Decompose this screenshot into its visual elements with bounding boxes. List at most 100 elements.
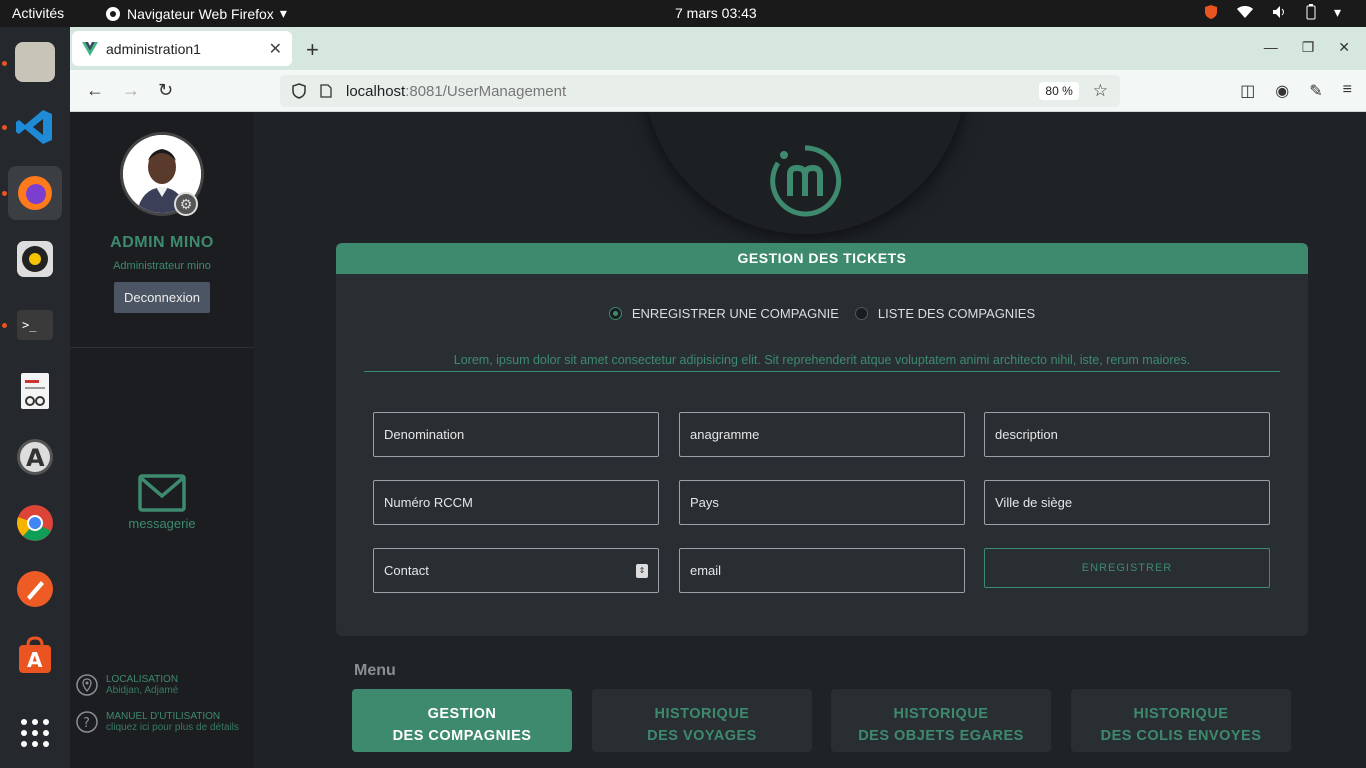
- maximize-button[interactable]: ❐: [1302, 39, 1315, 56]
- dock: >_ A A: [0, 27, 70, 768]
- email-field[interactable]: email: [679, 548, 965, 593]
- clock[interactable]: 7 mars 03:43: [675, 5, 757, 21]
- bookmark-star-icon[interactable]: ☆: [1093, 81, 1108, 101]
- radio-selected-icon: [608, 307, 622, 320]
- running-indicator: [2, 125, 7, 130]
- chevron-down-icon: ▾: [279, 5, 287, 21]
- menu-line1: HISTORIQUE: [1133, 706, 1229, 722]
- running-indicator: [2, 191, 7, 196]
- new-tab-button[interactable]: +: [306, 37, 319, 63]
- ticket-management-card: GESTION DES TICKETS ENREGISTRER UNE COMP…: [336, 243, 1308, 636]
- tab-administration1[interactable]: administration1 ✕: [72, 31, 292, 66]
- postman-icon[interactable]: [8, 562, 62, 616]
- pocket-icon[interactable]: ◫: [1240, 81, 1255, 101]
- url-bar[interactable]: localhost:8081/UserManagement 80 % ☆: [280, 75, 1120, 107]
- menu-parcels-history[interactable]: HISTORIQUE DES COLIS ENVOYES: [1071, 689, 1291, 752]
- mode-radio-group: ENREGISTRER UNE COMPAGNIE LISTE DES COMP…: [336, 306, 1308, 321]
- back-button[interactable]: ←: [86, 80, 104, 101]
- description-text: Lorem, ipsum dolor sit amet consectetur …: [364, 353, 1280, 372]
- forward-button[interactable]: →: [122, 80, 140, 101]
- page-icon: [320, 84, 332, 98]
- number-spinner-icon[interactable]: ⇕: [636, 563, 648, 578]
- show-apps-icon[interactable]: [8, 706, 62, 760]
- menu-line1: HISTORIQUE: [654, 706, 750, 722]
- system-top-bar: Activités Navigateur Web Firefox ▾ 7 mar…: [0, 0, 1366, 27]
- denomination-field[interactable]: Denomination: [373, 412, 659, 457]
- extension-icon[interactable]: ✎: [1309, 81, 1322, 101]
- help-icon: ?: [76, 711, 98, 733]
- radio-unselected-icon: [854, 307, 868, 320]
- city-field[interactable]: Ville de siège: [984, 480, 1270, 525]
- rhythmbox-icon[interactable]: [8, 232, 62, 286]
- svg-text:?: ?: [83, 716, 90, 731]
- running-indicator: [2, 323, 7, 328]
- divider: [70, 347, 254, 348]
- radio-list-companies[interactable]: LISTE DES COMPAGNIES: [854, 306, 1036, 321]
- menu-line1: HISTORIQUE: [893, 706, 989, 722]
- manual-link[interactable]: ? MANUEL D'UTILISATION cliquez ici pour …: [76, 711, 239, 735]
- system-tray[interactable]: ▾: [1204, 4, 1350, 20]
- menu-line2: DES COLIS ENVOYES: [1100, 728, 1262, 744]
- radio-register-company[interactable]: ENREGISTRER UNE COMPAGNIE: [608, 306, 839, 321]
- volume-icon: [1273, 6, 1284, 18]
- firefox-icon[interactable]: [8, 166, 62, 220]
- menu-line2: DES COMPAGNIES: [392, 728, 532, 744]
- messaging-label: messagerie: [128, 516, 196, 531]
- card-title: GESTION DES TICKETS: [336, 243, 1308, 274]
- radio-list-label: LISTE DES COMPAGNIES: [877, 306, 1036, 321]
- rccm-placeholder: Numéro RCCM: [384, 495, 473, 510]
- shield-icon: [292, 83, 306, 99]
- settings-gear-icon[interactable]: ⚙: [174, 192, 198, 216]
- country-field[interactable]: Pays: [679, 480, 965, 525]
- logout-button[interactable]: Deconnexion: [114, 282, 210, 313]
- rccm-field[interactable]: Numéro RCCM: [373, 480, 659, 525]
- reload-button[interactable]: ↻: [158, 80, 173, 101]
- menu-line2: DES VOYAGES: [647, 728, 757, 744]
- envelope-icon: [138, 474, 186, 512]
- zoom-indicator[interactable]: 80 %: [1039, 82, 1079, 100]
- contact-placeholder: Contact: [384, 563, 429, 578]
- svg-text:A: A: [26, 444, 45, 472]
- document-viewer-icon[interactable]: [8, 364, 62, 418]
- messaging-link[interactable]: messagerie: [70, 474, 254, 531]
- files-icon[interactable]: [8, 35, 62, 89]
- admin-name: ADMIN MINO: [110, 234, 214, 251]
- description-placeholder: description: [995, 427, 1058, 442]
- url-host: localhost: [346, 82, 406, 100]
- manual-title: MANUEL D'UTILISATION: [106, 711, 221, 722]
- location-value: Abidjan, Adjamé: [106, 685, 179, 696]
- anagramme-field[interactable]: anagramme: [679, 412, 965, 457]
- app-logo-icon: [770, 145, 842, 217]
- save-button[interactable]: ENREGISTRER: [984, 548, 1270, 588]
- location-title: LOCALISATION: [106, 674, 179, 685]
- contact-number-field[interactable]: Contact ⇕: [373, 548, 659, 593]
- minimize-button[interactable]: —: [1264, 39, 1278, 56]
- close-tab-icon[interactable]: ✕: [269, 39, 282, 59]
- software-updater-icon[interactable]: A: [8, 430, 62, 484]
- activities-button[interactable]: Activités: [12, 5, 64, 21]
- svg-text:A: A: [27, 648, 43, 672]
- menu-trip-history[interactable]: HISTORIQUE DES VOYAGES: [592, 689, 812, 752]
- shield-icon: [1205, 5, 1217, 19]
- wifi-icon: [1237, 6, 1253, 18]
- location-info: LOCALISATION Abidjan, Adjamé: [76, 674, 178, 698]
- email-placeholder: email: [690, 563, 722, 578]
- browser-tab-strip: administration1 ✕ + — ❐ ✕: [70, 27, 1366, 70]
- menu-manage-companies[interactable]: GESTION DES COMPAGNIES: [352, 689, 572, 752]
- account-icon[interactable]: ◉: [1275, 81, 1289, 101]
- terminal-icon[interactable]: >_: [8, 298, 62, 352]
- app-menu[interactable]: Navigateur Web Firefox ▾: [105, 5, 287, 22]
- menu-lost-items-history[interactable]: HISTORIQUE DES OBJETS EGARES: [831, 689, 1051, 752]
- app-store-icon[interactable]: A: [8, 628, 62, 682]
- vscode-icon[interactable]: [8, 100, 62, 154]
- description-field[interactable]: description: [984, 412, 1270, 457]
- firefox-small-icon: [106, 6, 120, 21]
- chrome-icon[interactable]: [8, 496, 62, 550]
- close-window-button[interactable]: ✕: [1338, 39, 1350, 56]
- toolbar-icons: ◫ ◉ ✎ ≡: [1240, 81, 1352, 101]
- hamburger-menu-icon[interactable]: ≡: [1343, 81, 1352, 101]
- menu-line1: GESTION: [427, 706, 497, 722]
- app-sidebar: ⚙ ADMIN MINO Administrateur mino Deconne…: [70, 112, 254, 768]
- main-content: GESTION DES TICKETS ENREGISTRER UNE COMP…: [254, 112, 1366, 768]
- chevron-down-icon: ▾: [1334, 4, 1342, 20]
